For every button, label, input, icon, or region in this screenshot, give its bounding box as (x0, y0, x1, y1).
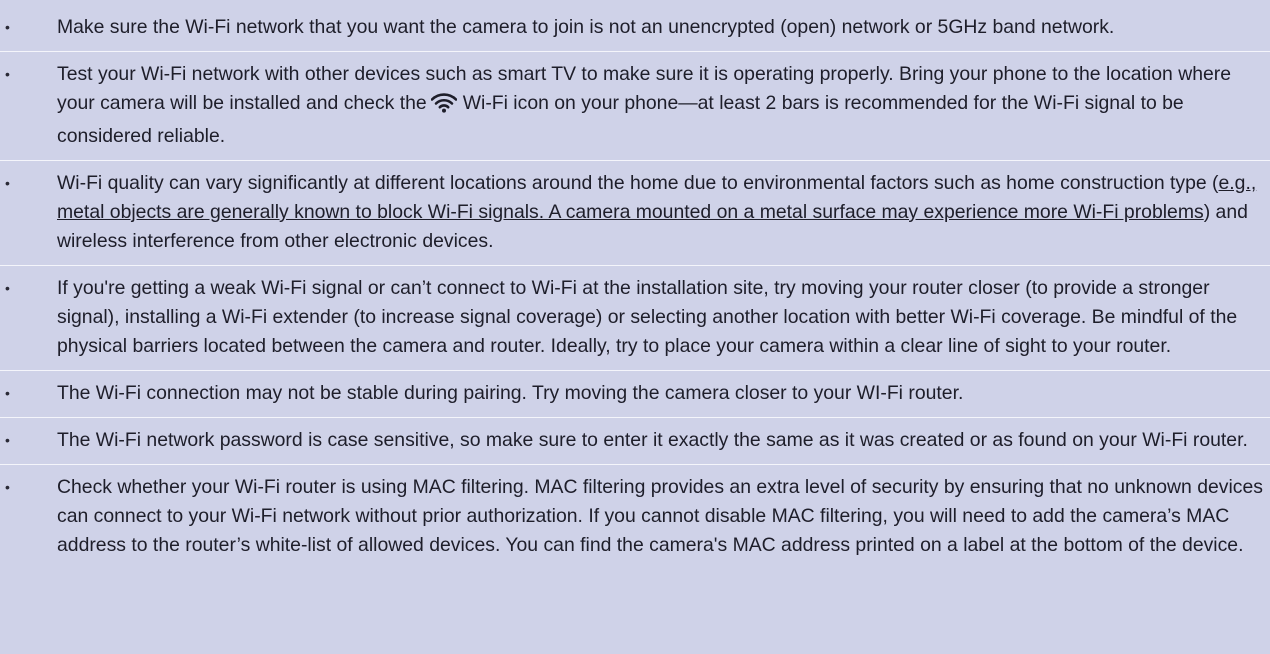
tip-text: Check whether your Wi-Fi router is using… (57, 476, 1263, 556)
tip-text: Make sure the Wi-Fi network that you wan… (57, 16, 1115, 38)
tips-list: • Make sure the Wi-Fi network that you w… (0, 5, 1270, 569)
tip-text-part: Wi-Fi quality can vary significantly at … (57, 172, 1219, 194)
list-item: • If you're getting a weak Wi-Fi signal … (0, 266, 1270, 371)
tip-text: Test your Wi-Fi network with other devic… (57, 60, 1270, 151)
tip-text: The Wi-Fi network password is case sensi… (57, 429, 1248, 451)
tip-text: The Wi-Fi connection may not be stable d… (57, 382, 964, 404)
bullet: • (5, 66, 10, 82)
tip-text: If you're getting a weak Wi-Fi signal or… (57, 277, 1238, 357)
bullet: • (5, 479, 10, 495)
list-item: • Make sure the Wi-Fi network that you w… (0, 5, 1270, 52)
troubleshooting-tips-page: • Make sure the Wi-Fi network that you w… (0, 0, 1270, 654)
list-item: • Check whether your Wi-Fi router is usi… (0, 465, 1270, 569)
list-item: • Test your Wi-Fi network with other dev… (0, 52, 1270, 161)
list-item: • The Wi-Fi connection may not be stable… (0, 371, 1270, 418)
bullet: • (5, 19, 10, 35)
list-item: • The Wi-Fi network password is case sen… (0, 418, 1270, 465)
bullet: • (5, 175, 10, 191)
list-item: • Wi-Fi quality can vary significantly a… (0, 161, 1270, 266)
bullet: • (5, 280, 10, 296)
bullet: • (5, 432, 10, 448)
wifi-icon (430, 93, 458, 122)
tip-text: Wi-Fi quality can vary significantly at … (57, 169, 1270, 256)
bullet: • (5, 385, 10, 401)
